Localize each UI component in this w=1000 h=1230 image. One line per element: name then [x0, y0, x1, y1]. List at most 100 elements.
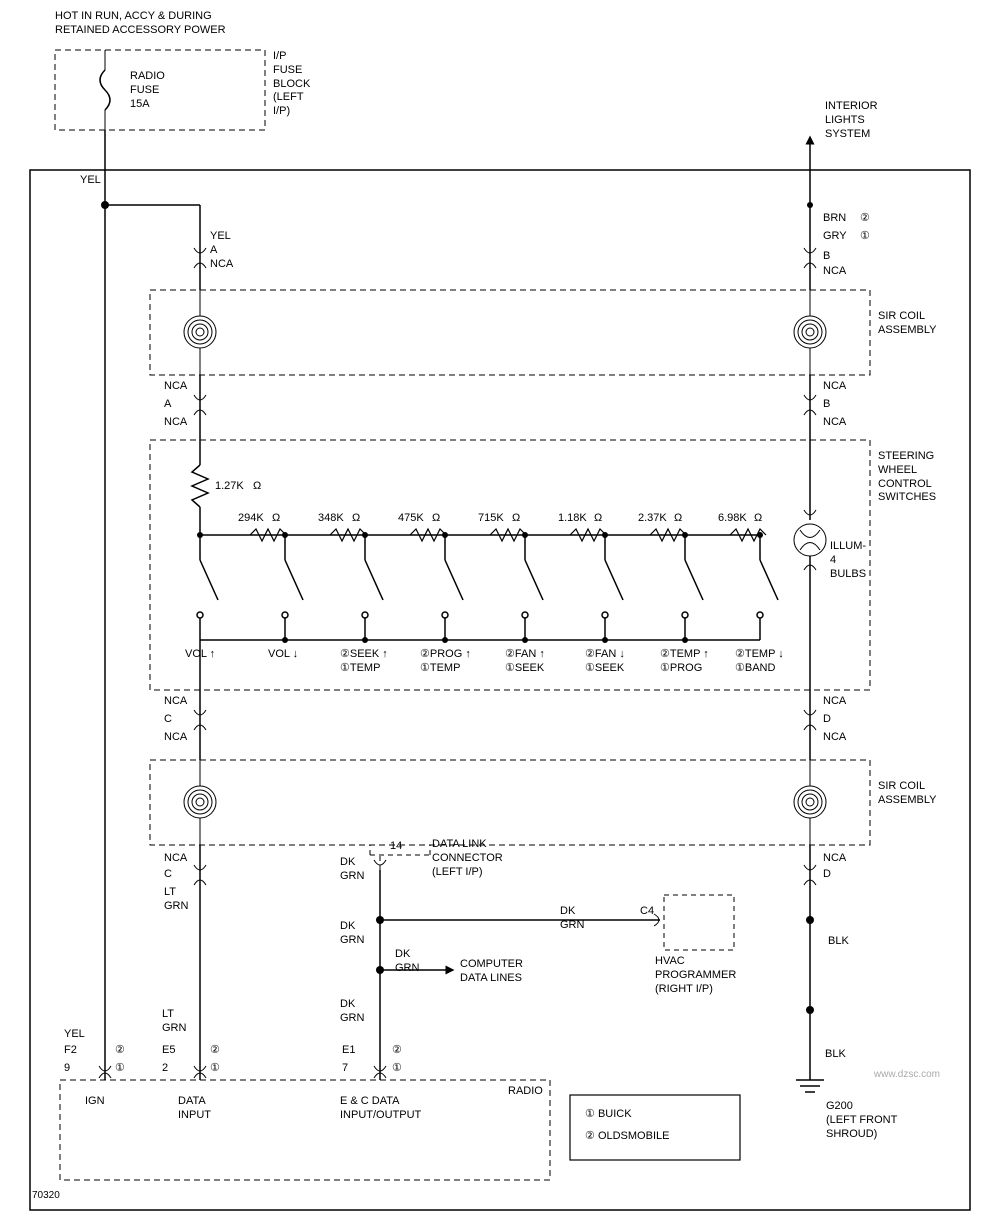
dkgrn4: DK GRN: [395, 948, 419, 976]
g200: G200 (LEFT FRONT SHROUD): [826, 1100, 897, 1141]
nca-c-top: NCA: [164, 695, 187, 709]
legend-2: ② OLDSMOBILE: [585, 1130, 669, 1144]
circled-2a: ②: [860, 212, 870, 226]
nca-d-top: NCA: [823, 695, 846, 709]
r4: 1.18K: [558, 512, 587, 526]
sw5b: ①SEEK: [585, 662, 624, 676]
c2-e5: ②: [210, 1044, 220, 1058]
e1: E1: [342, 1044, 355, 1058]
nca-r2: NCA: [823, 380, 846, 394]
pin-b2: B: [823, 398, 830, 412]
hot-in-label: HOT IN RUN, ACCY & DURING RETAINED ACCES…: [55, 10, 226, 38]
pin-d: D: [823, 713, 831, 727]
sw6b: ①PROG: [660, 662, 702, 676]
r127k: 1.27K: [215, 480, 244, 494]
sw7b: ①BAND: [735, 662, 775, 676]
hvac-label: HVAC PROGRAMMER (RIGHT I/P): [655, 955, 736, 996]
gry-label: GRY: [823, 230, 847, 244]
sir-upper: SIR COIL ASSEMBLY: [878, 310, 937, 338]
ohm0: Ω: [272, 512, 280, 526]
r6: 6.98K: [718, 512, 747, 526]
dkgrn1: DK GRN: [340, 856, 364, 884]
c1-7: ①: [392, 1062, 402, 1076]
pin-c: C: [164, 713, 172, 727]
ltgrn2: LT GRN: [162, 1008, 186, 1036]
illum-label: ILLUM- 4 BULBS: [830, 540, 866, 581]
sw7t: ②TEMP ↓: [735, 648, 784, 662]
nca-l3: NCA: [164, 416, 187, 430]
r0: 294K: [238, 512, 264, 526]
sw4b: ①SEEK: [505, 662, 544, 676]
watermark: www.dzsc.com: [874, 1069, 940, 1080]
dkgrn5: DK GRN: [340, 998, 364, 1026]
r1: 348K: [318, 512, 344, 526]
sir-lower: SIR COIL ASSEMBLY: [878, 780, 937, 808]
data-input-label: DATA INPUT: [178, 1095, 211, 1123]
pin-c-lower: C: [164, 868, 172, 882]
r2: 475K: [398, 512, 424, 526]
sw2b: ①TEMP: [340, 662, 380, 676]
ohm2: Ω: [432, 512, 440, 526]
pin-a2: A: [164, 398, 171, 412]
dkgrn2: DK GRN: [560, 905, 584, 933]
ohm6: Ω: [754, 512, 762, 526]
schematic-svg: [0, 0, 1000, 1230]
ohm5: Ω: [674, 512, 682, 526]
c2-f2: ②: [115, 1044, 125, 1058]
c1-2: ①: [210, 1062, 220, 1076]
nca-lower-l: NCA: [164, 852, 187, 866]
sw6t: ②TEMP ↑: [660, 648, 709, 662]
ohm-main: Ω: [253, 480, 261, 494]
blk2: BLK: [825, 1048, 846, 1062]
pin-b: B: [823, 250, 830, 264]
nca-r3: NCA: [823, 416, 846, 430]
interior-lights-label: INTERIOR LIGHTS SYSTEM: [825, 100, 878, 141]
sw5t: ②FAN ↓: [585, 648, 625, 662]
fuse-block-label: I/P FUSE BLOCK (LEFT I/P): [273, 50, 310, 119]
figure-id: 70320: [32, 1190, 60, 1203]
e5: E5: [162, 1044, 175, 1058]
nca-l2: NCA: [164, 380, 187, 394]
c2-e1: ②: [392, 1044, 402, 1058]
radio-label: RADIO: [508, 1085, 543, 1099]
ltgrn1: LT GRN: [164, 886, 188, 914]
sw2t: ②SEEK ↑: [340, 648, 388, 662]
legend-1: ① BUICK: [585, 1108, 632, 1122]
ign-label: IGN: [85, 1095, 105, 1109]
sw3b: ①TEMP: [420, 662, 460, 676]
r5: 2.37K: [638, 512, 667, 526]
pin14: 14: [390, 840, 402, 854]
dlc-label: DATA LINK CONNECTOR (LEFT I/P): [432, 838, 503, 879]
sw0t: VOL ↑: [185, 648, 215, 662]
sw4t: ②FAN ↑: [505, 648, 545, 662]
steering-label: STEERING WHEEL CONTROL SWITCHES: [878, 450, 936, 505]
yel2: YEL: [64, 1028, 85, 1042]
computer-data: COMPUTER DATA LINES: [460, 958, 523, 986]
nca-c-bot: NCA: [164, 731, 187, 745]
nca-r1: NCA: [823, 265, 846, 279]
p2: 2: [162, 1062, 168, 1076]
ohm4: Ω: [594, 512, 602, 526]
yel-label: YEL: [80, 174, 101, 188]
c1-9: ①: [115, 1062, 125, 1076]
p9: 9: [64, 1062, 70, 1076]
r3: 715K: [478, 512, 504, 526]
ec-data-label: E & C DATA INPUT/OUTPUT: [340, 1095, 421, 1123]
circled-1a: ①: [860, 230, 870, 244]
dkgrn3: DK GRN: [340, 920, 364, 948]
brn-label: BRN: [823, 212, 846, 226]
wiring-diagram: HOT IN RUN, ACCY & DURING RETAINED ACCES…: [0, 0, 1000, 1230]
pin-d-lower: D: [823, 868, 831, 882]
c4: C4: [640, 905, 654, 919]
sw1t: VOL ↓: [268, 648, 298, 662]
ohm1: Ω: [352, 512, 360, 526]
sw3t: ②PROG ↑: [420, 648, 471, 662]
nca-d-bot: NCA: [823, 731, 846, 745]
nca-lower-r: NCA: [823, 852, 846, 866]
ohm3: Ω: [512, 512, 520, 526]
blk1: BLK: [828, 935, 849, 949]
f2: F2: [64, 1044, 77, 1058]
yel-a-nca: YEL A NCA: [210, 230, 233, 271]
fuse-label: RADIO FUSE 15A: [130, 70, 165, 111]
p7: 7: [342, 1062, 348, 1076]
